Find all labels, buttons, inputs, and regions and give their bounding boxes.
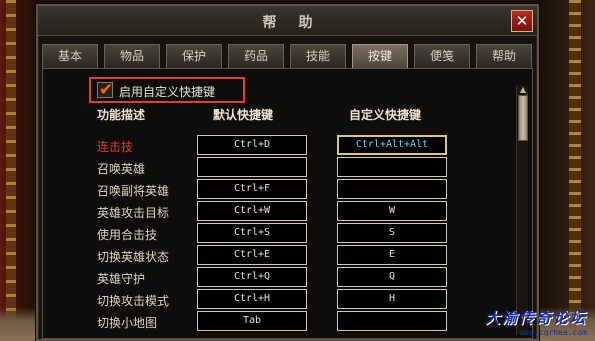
hotkey-function-label: 切换小地图: [97, 316, 158, 330]
help-window: 帮助 ✕ 基本 物品 保护 药品 技能 按键 便笺 帮助 ✔ 启用自定义快捷键 …: [36, 4, 539, 341]
window-title: 帮助: [262, 15, 335, 31]
enable-custom-hotkeys-checkbox[interactable]: ✔: [97, 80, 114, 100]
title-bar: 帮助 ✕: [38, 6, 537, 36]
header-custom-hotkey: 自定义快捷键: [349, 108, 422, 122]
tab-help[interactable]: 帮助: [476, 44, 532, 68]
tab-hotkeys[interactable]: 按键: [352, 44, 408, 68]
hotkey-row: 使用合击技 Ctrl+S S: [43, 223, 532, 245]
custom-hotkey-field[interactable]: W: [337, 201, 447, 221]
custom-hotkey-field[interactable]: E: [337, 245, 447, 265]
check-icon: ✔: [99, 80, 114, 100]
custom-hotkey-field[interactable]: H: [337, 289, 447, 309]
hotkey-function-label: 使用合击技: [97, 228, 158, 242]
hotkey-row: 召唤英雄: [43, 157, 532, 179]
tab-bar: 基本 物品 保护 药品 技能 按键 便笺 帮助: [42, 44, 533, 68]
scene-left-decoration: [0, 0, 36, 341]
header-default-hotkey: 默认快捷键: [213, 108, 274, 122]
hotkey-panel: ✔ 启用自定义快捷键 功能描述 默认快捷键 自定义快捷键 连击技 Ctrl+D …: [42, 68, 533, 339]
tab-protection[interactable]: 保护: [166, 44, 222, 68]
hotkey-function-label: 连击技: [97, 140, 134, 154]
tab-potions[interactable]: 药品: [228, 44, 284, 68]
hotkey-row: 连击技 Ctrl+D Ctrl+Alt+Alt: [43, 135, 532, 157]
default-hotkey-field[interactable]: Tab: [197, 311, 307, 331]
default-hotkey-field[interactable]: Ctrl+H: [197, 289, 307, 309]
default-hotkey-field[interactable]: Ctrl+Q: [197, 267, 307, 287]
watermark-url: www.cqrhea.com: [519, 328, 587, 337]
custom-hotkey-field[interactable]: [337, 311, 447, 331]
hotkey-function-label: 英雄守护: [97, 272, 146, 286]
custom-hotkey-field[interactable]: Ctrl+Alt+Alt: [337, 135, 447, 155]
hotkey-row: 英雄攻击目标 Ctrl+W W: [43, 201, 532, 223]
default-hotkey-field[interactable]: Ctrl+E: [197, 245, 307, 265]
hotkey-function-label: 切换攻击模式: [97, 294, 170, 308]
default-hotkey-field[interactable]: Ctrl+F: [197, 179, 307, 199]
scrollbar[interactable]: ▲: [516, 85, 528, 335]
tab-skills[interactable]: 技能: [290, 44, 346, 68]
tab-notes[interactable]: 便笺: [414, 44, 470, 68]
hotkey-function-label: 英雄攻击目标: [97, 206, 170, 220]
default-hotkey-field[interactable]: Ctrl+S: [197, 223, 307, 243]
watermark-title: 大渝传奇论坛: [484, 309, 587, 327]
close-icon: ✕: [515, 12, 529, 30]
custom-hotkey-field[interactable]: [337, 157, 447, 177]
tab-basic[interactable]: 基本: [42, 44, 98, 68]
close-button[interactable]: ✕: [511, 10, 533, 32]
hotkey-function-label: 召唤英雄: [97, 162, 146, 176]
tab-items[interactable]: 物品: [104, 44, 160, 68]
scene-right-decoration: [539, 0, 595, 341]
hotkey-row: 召唤副将英雄 Ctrl+F: [43, 179, 532, 201]
site-watermark: 大渝传奇论坛 www.cqrhea.com: [457, 307, 587, 337]
enable-custom-hotkeys-row: ✔ 启用自定义快捷键: [89, 77, 245, 103]
scroll-thumb[interactable]: [518, 95, 528, 141]
hotkey-function-label: 切换英雄状态: [97, 250, 170, 264]
custom-hotkey-field[interactable]: [337, 179, 447, 199]
custom-hotkey-field[interactable]: Q: [337, 267, 447, 287]
hotkey-function-label: 召唤副将英雄: [97, 184, 170, 198]
chevron-up-icon[interactable]: ▲: [517, 85, 529, 95]
default-hotkey-field[interactable]: Ctrl+W: [197, 201, 307, 221]
header-function: 功能描述: [97, 108, 146, 122]
default-hotkey-field[interactable]: [197, 157, 307, 177]
custom-hotkey-field[interactable]: S: [337, 223, 447, 243]
enable-custom-hotkeys-label: 启用自定义快捷键: [119, 85, 216, 99]
hotkey-row: 切换英雄状态 Ctrl+E E: [43, 245, 532, 267]
default-hotkey-field[interactable]: Ctrl+D: [197, 135, 307, 155]
hotkey-row: 英雄守护 Ctrl+Q Q: [43, 267, 532, 289]
